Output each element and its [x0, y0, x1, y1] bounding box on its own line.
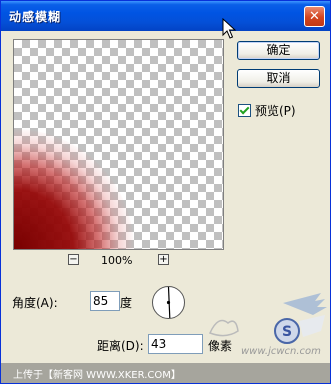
- watermark-upload-text: 上传于【新客网 WWW.XKER.COM】: [13, 370, 181, 381]
- watermark-site-url: www.jcwcn.com: [241, 346, 321, 357]
- close-icon: ✕: [309, 9, 320, 24]
- dialog-title: 动感模糊: [9, 10, 62, 24]
- mouse-pointer-icon: [222, 18, 236, 39]
- angle-label: 角度(A):: [12, 296, 58, 310]
- angle-dial-icon[interactable]: [151, 285, 186, 320]
- title-bar[interactable]: 动感模糊 ✕: [1, 1, 330, 31]
- watermark-logo-icon: S: [274, 293, 327, 344]
- motion-blur-preview-image: [14, 129, 134, 249]
- angle-input[interactable]: 85: [90, 291, 120, 311]
- motion-blur-dialog: 动感模糊 ✕ 确定 取消 预览(P) − 100% + 角度(A): 85 度 …: [0, 0, 331, 384]
- svg-text:S: S: [282, 324, 292, 340]
- watermark-seal-icon: [208, 319, 239, 337]
- zoom-out-button[interactable]: −: [68, 254, 79, 265]
- zoom-in-button[interactable]: +: [158, 254, 169, 265]
- zoom-level: 100%: [101, 254, 133, 267]
- preview-checkbox[interactable]: 预览(P): [238, 102, 296, 119]
- close-button[interactable]: ✕: [304, 6, 325, 27]
- checkbox-checked-icon[interactable]: [238, 104, 251, 117]
- angle-unit: 度: [120, 296, 133, 310]
- preview-canvas[interactable]: [13, 39, 224, 250]
- ok-button[interactable]: 确定: [237, 41, 320, 60]
- distance-label: 距离(D):: [97, 339, 144, 353]
- preview-checkbox-label: 预览(P): [255, 104, 296, 118]
- cancel-button[interactable]: 取消: [237, 69, 320, 88]
- distance-input[interactable]: 43: [148, 334, 203, 354]
